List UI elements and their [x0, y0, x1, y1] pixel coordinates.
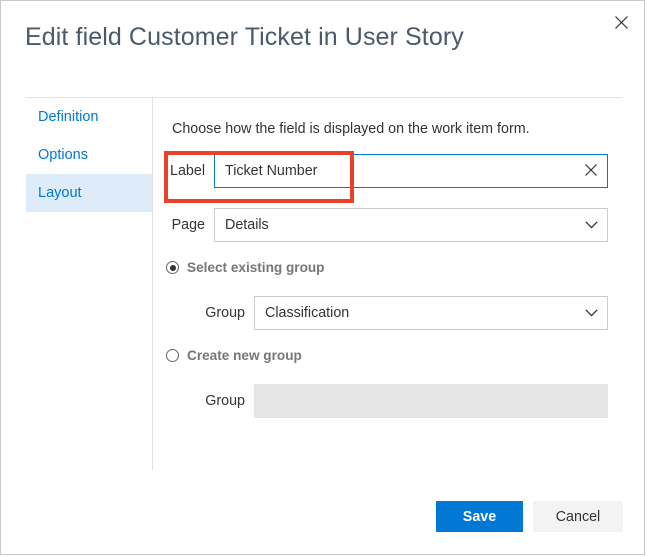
- existing-group-value: Classification: [265, 305, 350, 321]
- sidebar-item-label: Definition: [38, 109, 99, 125]
- label-input[interactable]: Ticket Number: [214, 154, 608, 188]
- existing-group-row: Group Classification: [194, 296, 608, 330]
- close-icon: [614, 15, 628, 29]
- new-group-label: Group: [205, 393, 245, 409]
- close-icon: [585, 163, 597, 179]
- sidebar-item-options[interactable]: Options: [26, 136, 152, 174]
- radio-select-existing-group[interactable]: Select existing group: [166, 260, 324, 275]
- sidebar-item-label: Layout: [38, 185, 82, 201]
- existing-group-label: Group: [205, 305, 245, 321]
- radio-create-new-group[interactable]: Create new group: [166, 348, 302, 363]
- page-select-value: Details: [225, 217, 269, 233]
- layout-pane: Choose how the field is displayed on the…: [154, 98, 622, 470]
- page-title: Edit field Customer Ticket in User Story: [25, 23, 464, 51]
- cancel-button[interactable]: Cancel: [533, 501, 623, 532]
- existing-group-select[interactable]: Classification: [254, 296, 608, 330]
- new-group-input: [254, 384, 608, 418]
- chevron-down-icon: [575, 209, 607, 241]
- page-field-label: Page: [171, 217, 205, 233]
- chevron-down-icon: [575, 297, 607, 329]
- label-input-value: Ticket Number: [225, 163, 318, 179]
- label-field-label: Label: [170, 163, 205, 179]
- page-field-row: Page Details: [166, 208, 608, 242]
- intro-text: Choose how the field is displayed on the…: [172, 121, 530, 137]
- radio-label: Select existing group: [187, 260, 325, 275]
- radio-mark: [166, 349, 179, 362]
- radio-mark: [166, 261, 179, 274]
- page-select[interactable]: Details: [214, 208, 608, 242]
- dialog-body: Definition Options Layout Choose how the…: [26, 97, 622, 470]
- sidebar-item-layout[interactable]: Layout: [26, 174, 152, 212]
- close-button[interactable]: [606, 7, 636, 37]
- label-field-row: Label Ticket Number: [166, 154, 608, 188]
- sidebar-item-label: Options: [38, 147, 88, 163]
- sidebar-item-definition[interactable]: Definition: [26, 98, 152, 136]
- clear-label-button[interactable]: [575, 155, 607, 187]
- new-group-row: Group: [194, 384, 608, 418]
- sidebar: Definition Options Layout: [26, 98, 153, 470]
- edit-field-dialog: Edit field Customer Ticket in User Story…: [0, 0, 645, 555]
- radio-label: Create new group: [187, 348, 302, 363]
- save-button[interactable]: Save: [436, 501, 523, 532]
